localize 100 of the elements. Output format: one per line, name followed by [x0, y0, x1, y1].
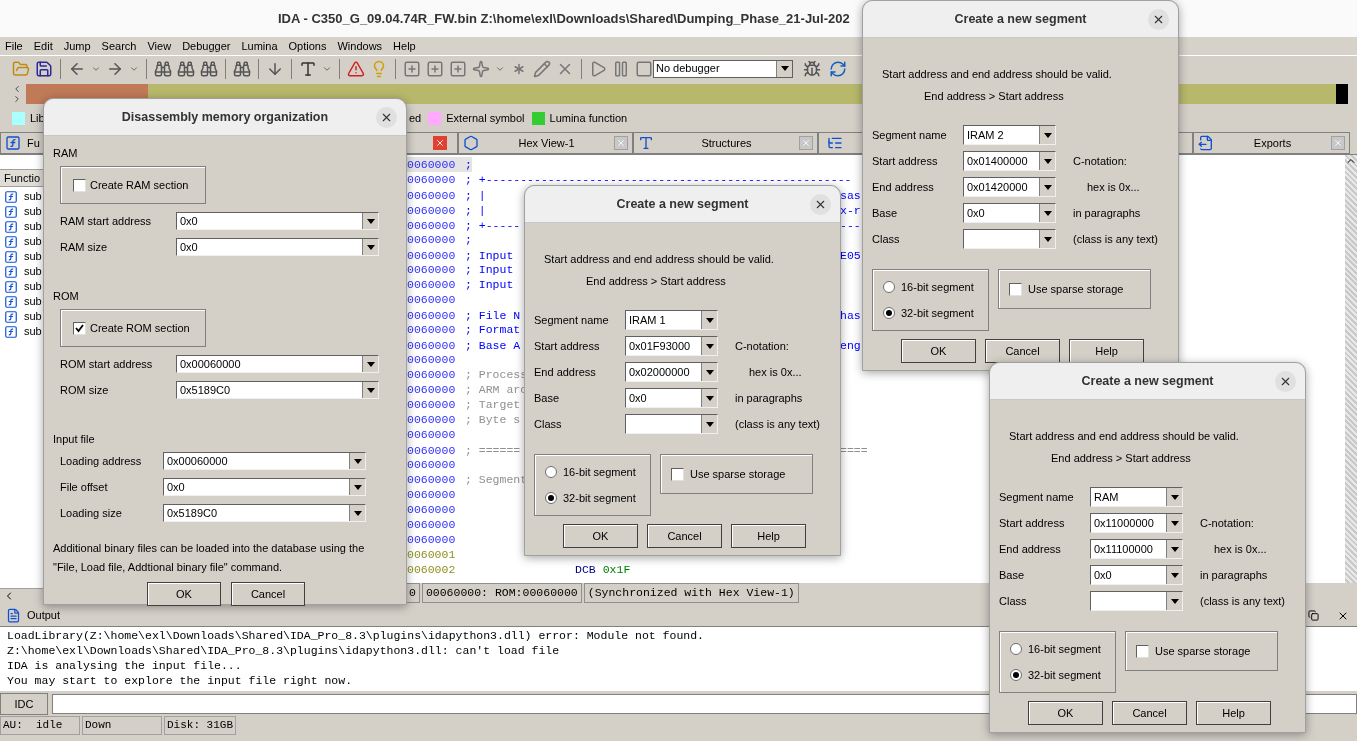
dialog-button[interactable]: OK [1028, 701, 1103, 725]
dialog-button[interactable]: Cancel [1112, 701, 1187, 725]
combo-box[interactable]: 0x00060000 [163, 452, 366, 470]
menu-item[interactable]: View [147, 37, 172, 55]
menu-item[interactable]: Search [101, 37, 137, 55]
code-line[interactable]: 0060000 ; [407, 232, 472, 247]
combo-box[interactable] [625, 414, 718, 434]
combo-box[interactable]: 0x0 [176, 238, 379, 256]
dialog-button[interactable]: OK [147, 582, 221, 606]
scrollbar[interactable] [1345, 155, 1357, 583]
combo-box[interactable]: 0x11100000 [1090, 539, 1183, 559]
dialog-button[interactable]: Cancel [985, 339, 1060, 363]
code-line[interactable]: 0060000 [407, 532, 465, 547]
code-line[interactable]: 0060000 ; Input [407, 248, 514, 264]
code-line[interactable]: 0060000 ; Input [407, 262, 514, 277]
combo-box[interactable]: 0x01F93000 [625, 336, 718, 356]
binoculars-icon[interactable] [154, 59, 172, 78]
refresh-icon[interactable] [829, 59, 847, 78]
combo-box[interactable]: 0x0 [176, 212, 379, 230]
binoculars-icon[interactable] [233, 59, 251, 78]
code-line[interactable]: 0060000 ; | [407, 203, 486, 219]
radio-button[interactable] [1010, 669, 1022, 682]
combo-box[interactable]: 0x01420000 [963, 177, 1056, 197]
view-tab[interactable]: Exports [1193, 132, 1350, 154]
dialog-button[interactable]: Cancel [647, 524, 722, 548]
radio-button[interactable] [1010, 642, 1022, 655]
combo-box[interactable]: RAM [1090, 487, 1183, 507]
radio-button[interactable] [883, 307, 895, 320]
code-line[interactable]: 0060000 ; ====== [407, 443, 521, 459]
code-line[interactable]: 0060000 ; | [407, 188, 486, 204]
combo-box[interactable]: 0x01400000 [963, 151, 1056, 171]
radio-button[interactable] [545, 492, 557, 505]
function-name[interactable]: sub [24, 263, 42, 280]
checkbox[interactable] [1009, 282, 1022, 296]
stop-icon[interactable] [635, 59, 653, 78]
dialog-button[interactable]: Help [1069, 339, 1144, 363]
function-name[interactable]: sub [24, 248, 42, 265]
square-plus-icon[interactable] [426, 59, 444, 78]
combo-box[interactable]: 0x02000000 [625, 362, 718, 382]
checkbox[interactable] [1136, 644, 1149, 658]
function-name[interactable]: sub [24, 293, 42, 310]
checkbox[interactable] [73, 178, 86, 192]
dialog-button[interactable]: OK [563, 524, 638, 548]
save-icon[interactable] [35, 59, 53, 78]
combo-box[interactable]: 0x5189C0 [163, 504, 366, 522]
binoculars-icon[interactable] [200, 59, 218, 78]
code-line[interactable]: 0060000 ; +----------------------------------------------------- [407, 172, 852, 187]
code-line[interactable]: 0060000 ; +----- [407, 218, 521, 234]
function-name[interactable]: sub [24, 308, 42, 325]
code-line[interactable]: 0060000 ; Format [407, 322, 521, 337]
code-line[interactable]: 0060000 [407, 352, 465, 367]
checkbox[interactable] [671, 467, 684, 481]
code-line[interactable]: 0060000 [407, 457, 465, 472]
menu-item[interactable]: Debugger [182, 37, 231, 55]
code-line[interactable]: 0060000 [407, 517, 465, 532]
combo-box[interactable]: IRAM 2 [963, 125, 1056, 145]
function-name[interactable]: sub [24, 323, 42, 340]
restore-icon[interactable] [1308, 610, 1319, 621]
code-line[interactable]: 0060000 ; Base A [407, 338, 521, 354]
function-name[interactable]: sub [24, 188, 42, 205]
dialog-button[interactable]: Cancel [231, 582, 305, 606]
function-name[interactable]: sub [24, 233, 42, 250]
text-icon[interactable] [299, 59, 317, 78]
code-line[interactable]: 0060000 [407, 487, 465, 502]
menu-item[interactable]: Windows [337, 37, 383, 55]
menu-item[interactable]: Help [393, 37, 416, 55]
menu-item[interactable]: Options [288, 37, 327, 55]
function-name[interactable]: sub [24, 278, 42, 295]
combo-box[interactable]: 0x00060000 [176, 355, 379, 373]
radio-button[interactable] [883, 280, 895, 293]
combo-box[interactable]: 0x0 [163, 478, 366, 496]
menu-item[interactable]: File [5, 37, 23, 55]
combo-box[interactable] [963, 229, 1056, 249]
code-line[interactable]: 0060000 [407, 292, 465, 307]
code-line[interactable]: 0060000 ; Segment [407, 472, 528, 487]
combo-box[interactable]: 0x11000000 [1090, 513, 1183, 533]
menu-item[interactable]: Lumina [241, 37, 278, 55]
play-icon[interactable] [589, 59, 607, 78]
code-line[interactable]: 0060000 ; Target [407, 397, 521, 412]
function-name[interactable]: sub [24, 203, 42, 220]
pause-icon[interactable] [612, 59, 630, 78]
dialog-button[interactable]: Help [1196, 701, 1271, 725]
warning-icon[interactable] [347, 59, 365, 78]
close-icon[interactable] [376, 107, 397, 128]
view-tab[interactable]: Hex View-1 [458, 132, 633, 154]
function-name[interactable]: sub [24, 218, 42, 235]
combo-box[interactable]: 0x0 [963, 203, 1056, 223]
dialog-button[interactable]: OK [901, 339, 976, 363]
combo-box[interactable]: 0x5189C0 [176, 381, 379, 399]
close-icon[interactable] [1148, 9, 1169, 30]
debugger-select[interactable]: No debugger [653, 59, 793, 78]
menu-item[interactable]: Jump [63, 37, 91, 55]
combo-box[interactable]: 0x0 [1090, 565, 1183, 585]
code-line[interactable]: 0060000 ; Byte s [407, 412, 521, 427]
close-icon[interactable] [1275, 371, 1296, 392]
square-plus-icon[interactable] [449, 59, 467, 78]
code-line[interactable]: 0060002 DCB 0x1F [407, 562, 631, 577]
menu-item[interactable]: Edit [33, 37, 53, 55]
combo-box[interactable] [1090, 591, 1183, 611]
dialog-button[interactable]: Help [731, 524, 806, 548]
